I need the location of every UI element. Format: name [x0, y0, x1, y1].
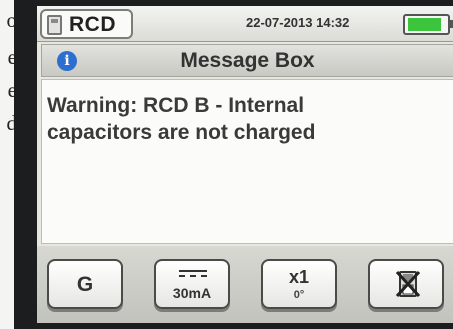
softkey-no-save[interactable] [368, 259, 444, 309]
message-box-titlebar: i Message Box [41, 44, 453, 77]
mode-label: RCD [69, 13, 116, 36]
side-letter: d [6, 111, 15, 135]
side-letter: o [6, 8, 15, 32]
softkey-multiplier-label: x1 [288, 267, 310, 287]
softkey-current[interactable]: 30mA [154, 259, 230, 309]
softkey-phase-label: 0° [293, 289, 305, 301]
no-save-icon [396, 270, 420, 298]
dc-current-icon [179, 270, 207, 278]
message-box-title: Message Box [180, 49, 315, 72]
mode-indicator: RCD [40, 9, 133, 39]
device-screen: RCD 22-07-2013 14:32 i Message Box Warni… [37, 6, 453, 323]
warning-line-1: Warning: RCD B - Internal [47, 94, 305, 117]
status-bar: RCD 22-07-2013 14:32 [37, 6, 453, 42]
date-time: 22-07-2013 14:32 [246, 15, 350, 30]
background-document-text: o e e d [0, 0, 14, 329]
device-bezel: RCD 22-07-2013 14:32 i Message Box Warni… [14, 0, 453, 329]
warning-message: Warning: RCD B - Internal capacitors are… [47, 92, 447, 146]
battery-icon [403, 14, 453, 35]
softkey-g-label: G [76, 273, 94, 296]
warning-line-2: capacitors are not charged [47, 121, 316, 144]
meter-icon [47, 15, 62, 35]
softkey-g[interactable]: G [47, 259, 123, 309]
battery-level [408, 18, 441, 31]
softkey-current-label: 30mA [172, 285, 212, 301]
message-area: Warning: RCD B - Internal capacitors are… [41, 79, 453, 244]
softkey-multiplier[interactable]: x1 0° [261, 259, 337, 309]
softkey-bar: G 30mA x1 0° [37, 246, 453, 323]
